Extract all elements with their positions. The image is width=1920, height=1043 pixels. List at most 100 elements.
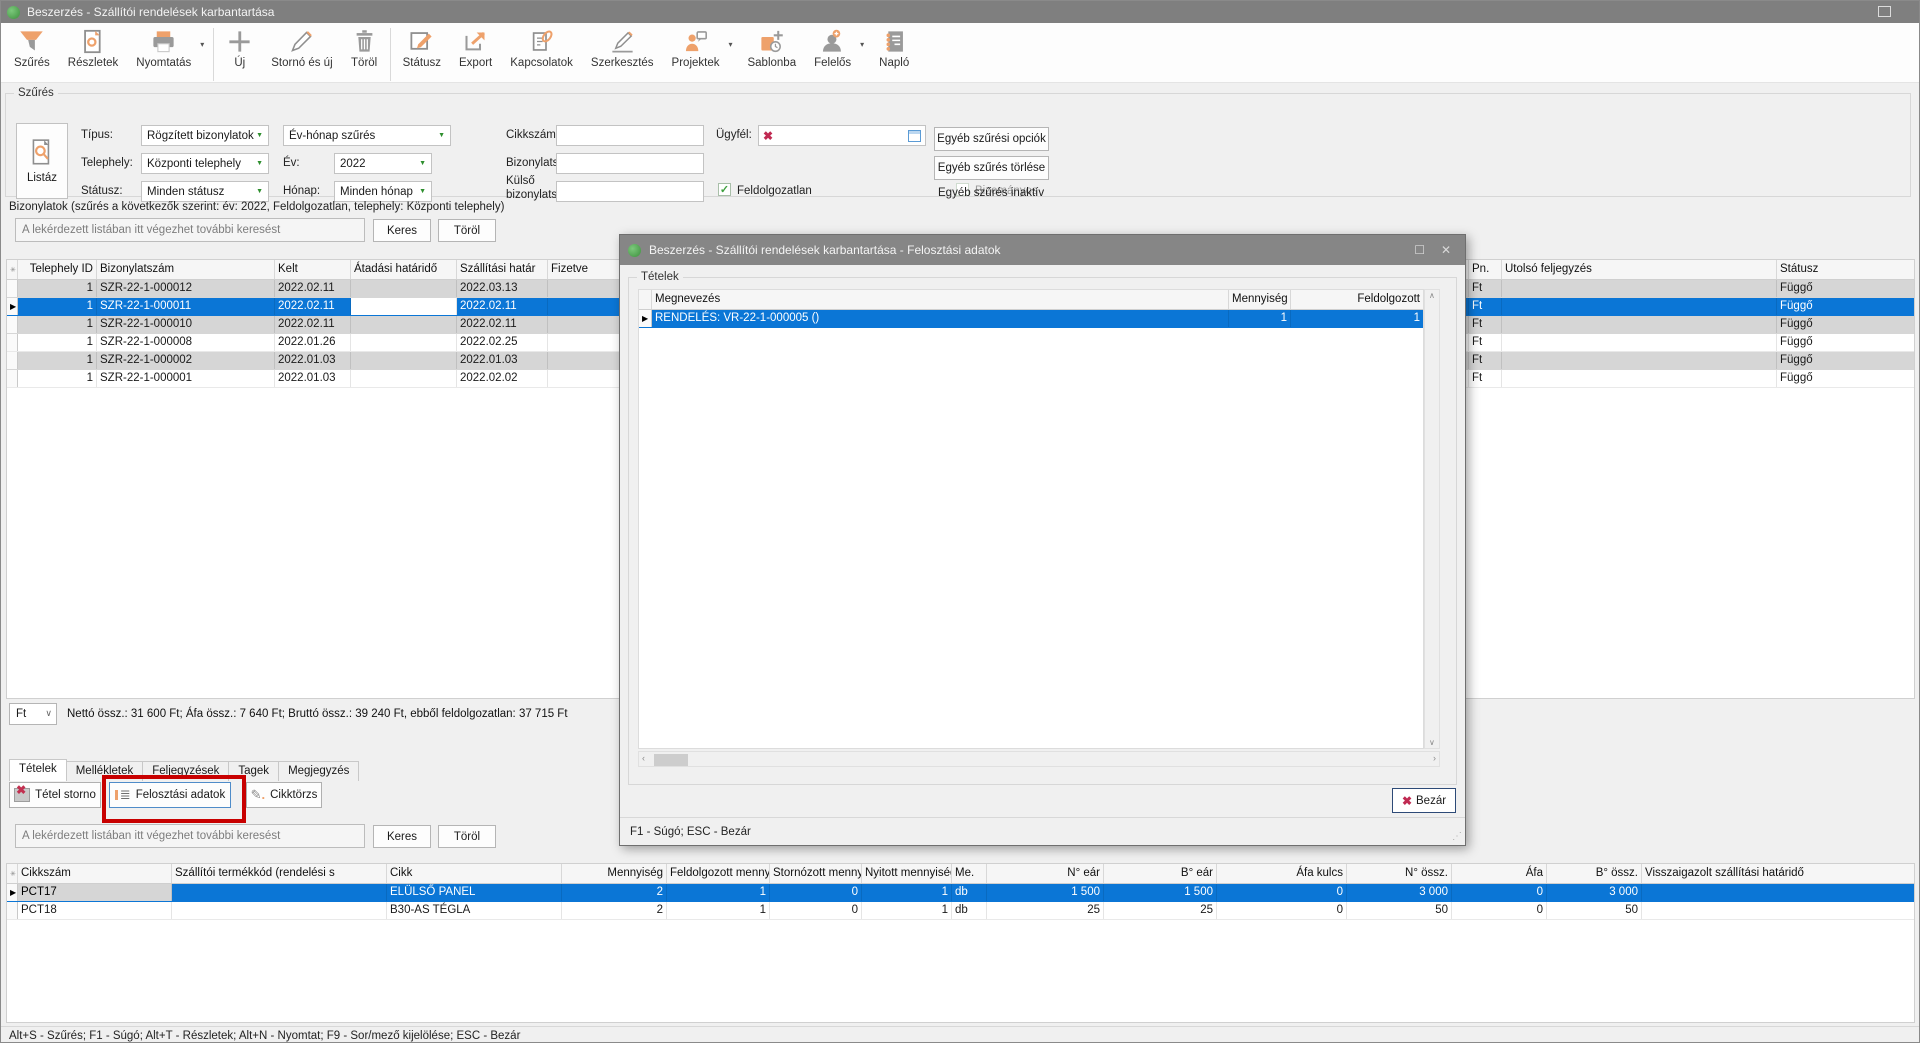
grid-cell[interactable]: 1 bbox=[1229, 310, 1291, 327]
column-header[interactable]: Cikk bbox=[387, 864, 562, 883]
grid-cell[interactable]: 1 bbox=[18, 280, 97, 297]
grid-cell[interactable]: 0 bbox=[770, 902, 862, 919]
grid-cell[interactable]: 0 bbox=[1217, 884, 1347, 901]
column-header[interactable]: Utolsó feljegyzés bbox=[1502, 260, 1777, 279]
grid-cell[interactable]: 2022.02.11 bbox=[457, 316, 548, 333]
grid-cell[interactable]: SZR-22-1-000001 bbox=[97, 370, 275, 387]
connections-button[interactable]: Kapcsolatok bbox=[501, 27, 582, 70]
clear-customer-icon[interactable]: ✖ bbox=[763, 129, 773, 143]
grid-cell[interactable] bbox=[7, 370, 18, 387]
vertical-scrollbar[interactable]: ∧ ∨ bbox=[1424, 289, 1440, 749]
grid-cell[interactable]: Ft bbox=[1469, 334, 1502, 351]
grid-cell[interactable]: 2022.01.03 bbox=[275, 370, 351, 387]
grid-cell[interactable]: 3 000 bbox=[1547, 884, 1642, 901]
site-select[interactable]: Központi telephely▼ bbox=[141, 153, 269, 174]
maximize-icon[interactable]: ☐ bbox=[1414, 243, 1425, 257]
grid-cell[interactable]: SZR-22-1-000002 bbox=[97, 352, 275, 369]
year-select[interactable]: 2022▼ bbox=[334, 153, 432, 174]
year-month-filter-select[interactable]: Év-hónap szűrés▼ bbox=[283, 125, 451, 146]
chevron-down-icon[interactable]: ▾ bbox=[860, 40, 870, 49]
grid-cell[interactable] bbox=[7, 334, 18, 351]
search-button[interactable]: Keres bbox=[373, 219, 431, 242]
column-header[interactable]: N° eár bbox=[987, 864, 1104, 883]
column-header[interactable]: Szállítási határ bbox=[457, 260, 548, 279]
grid-cell[interactable]: 0 bbox=[1452, 884, 1547, 901]
grid-cell[interactable]: 2 bbox=[562, 902, 667, 919]
item-master-button[interactable]: ✎. Cikktörzs bbox=[246, 782, 322, 808]
log-button[interactable]: Napló bbox=[870, 27, 918, 70]
grid-cell[interactable]: 1 bbox=[18, 370, 97, 387]
grid-cell[interactable]: 3 000 bbox=[1347, 884, 1452, 901]
clear-other-filter-button[interactable]: Egyéb szűrés törlése bbox=[934, 156, 1049, 180]
column-header[interactable]: Átadási határidő bbox=[351, 260, 457, 279]
grid-cell[interactable]: 2022.02.11 bbox=[275, 298, 351, 315]
column-header[interactable]: Szállítói termékkód (rendelési s bbox=[172, 864, 387, 883]
grid-cell[interactable] bbox=[1642, 902, 1915, 919]
tab-tagek[interactable]: Tagek bbox=[228, 761, 279, 781]
grid-cell[interactable]: ▶ bbox=[7, 884, 18, 901]
grid-cell[interactable]: 2022.02.11 bbox=[275, 280, 351, 297]
column-header[interactable]: Megnevezés bbox=[652, 290, 1229, 309]
grid-cell[interactable]: Ft bbox=[1469, 280, 1502, 297]
external-number-input[interactable] bbox=[556, 181, 704, 202]
delete-button[interactable]: Töröl bbox=[342, 27, 387, 70]
column-header[interactable]: Kelt bbox=[275, 260, 351, 279]
grid-cell[interactable] bbox=[1502, 370, 1777, 387]
table-row[interactable]: ▶PCT17ELÜLSŐ PANEL2101db1 5001 50003 000… bbox=[7, 884, 1914, 902]
grid-cell[interactable]: 1 bbox=[18, 298, 97, 315]
type-select[interactable]: Rögzített bizonylatok▼ bbox=[141, 125, 269, 146]
column-header[interactable]: Nyitott mennyiség bbox=[862, 864, 952, 883]
close-icon[interactable]: ✕ bbox=[1441, 243, 1451, 257]
filter-button[interactable]: Szűrés bbox=[5, 27, 59, 70]
grid-cell[interactable] bbox=[1502, 316, 1777, 333]
grid-cell[interactable]: B30-AS TÉGLA bbox=[387, 902, 562, 919]
edit-button[interactable]: Szerkesztés bbox=[582, 27, 663, 70]
grid-cell[interactable]: 1 bbox=[862, 902, 952, 919]
table-row[interactable]: PCT18B30-AS TÉGLA2101db2525050050 bbox=[7, 902, 1914, 920]
grid-cell[interactable]: 2022.01.03 bbox=[457, 352, 548, 369]
item-cancel-button[interactable]: ✖ Tétel storno bbox=[9, 782, 101, 808]
grid-cell[interactable]: SZR-22-1-000011 bbox=[97, 298, 275, 315]
new-button[interactable]: Új bbox=[217, 27, 262, 70]
grid-cell[interactable]: Ft bbox=[1469, 352, 1502, 369]
grid-cell[interactable]: PCT18 bbox=[18, 902, 172, 919]
column-header[interactable]: Feldolgozott menny bbox=[667, 864, 770, 883]
column-header[interactable] bbox=[639, 290, 652, 309]
grid-cell[interactable]: 0 bbox=[1452, 902, 1547, 919]
grid-cell[interactable]: 1 bbox=[667, 902, 770, 919]
column-header[interactable]: Visszaigazolt szállítási határidő bbox=[1642, 864, 1915, 883]
grid-cell[interactable]: PCT17 bbox=[18, 884, 172, 901]
clear-search-button[interactable]: Töröl bbox=[438, 219, 496, 242]
grid-cell[interactable] bbox=[351, 352, 457, 369]
horizontal-scrollbar[interactable]: ‹ › bbox=[638, 751, 1440, 767]
status-select[interactable]: Minden státusz▼ bbox=[141, 181, 269, 202]
grid-cell[interactable] bbox=[7, 352, 18, 369]
grid-cell[interactable]: 50 bbox=[1547, 902, 1642, 919]
table-row[interactable]: ▶RENDELÉS: VR-22-1-000005 ()11 bbox=[639, 310, 1423, 328]
scroll-up-icon[interactable]: ∧ bbox=[1429, 291, 1435, 300]
to-template-button[interactable]: Sablonba bbox=[738, 27, 805, 70]
column-header[interactable]: Áfa kulcs bbox=[1217, 864, 1347, 883]
grid-cell[interactable]: 25 bbox=[987, 902, 1104, 919]
column-header[interactable]: B° eár bbox=[1104, 864, 1217, 883]
column-header[interactable]: Mennyiség bbox=[1229, 290, 1291, 309]
grid-cell[interactable]: Függő bbox=[1777, 298, 1915, 315]
grid-cell[interactable]: 1 bbox=[18, 352, 97, 369]
grid-cell[interactable]: 1 500 bbox=[1104, 884, 1217, 901]
column-header[interactable]: Státusz bbox=[1777, 260, 1915, 279]
grid-cell[interactable] bbox=[351, 370, 457, 387]
grid-cell[interactable]: 2022.01.26 bbox=[275, 334, 351, 351]
restore-icon[interactable] bbox=[1878, 6, 1891, 17]
grid-cell[interactable]: SZR-22-1-000010 bbox=[97, 316, 275, 333]
grid-cell[interactable] bbox=[351, 316, 457, 333]
column-header[interactable]: Telephely ID bbox=[18, 260, 97, 279]
print-button[interactable]: Nyomtatás bbox=[127, 27, 200, 70]
grid-cell[interactable] bbox=[351, 280, 457, 297]
grid-cell[interactable]: db bbox=[952, 884, 987, 901]
grid-cell[interactable]: 25 bbox=[1104, 902, 1217, 919]
column-header[interactable]: Stornózott mennyisé bbox=[770, 864, 862, 883]
customer-input[interactable]: ✖ bbox=[758, 125, 926, 146]
resize-grip[interactable]: ⋰ bbox=[1452, 831, 1462, 842]
column-header[interactable]: N° össz. bbox=[1347, 864, 1452, 883]
grid-cell[interactable]: Ft bbox=[1469, 298, 1502, 315]
